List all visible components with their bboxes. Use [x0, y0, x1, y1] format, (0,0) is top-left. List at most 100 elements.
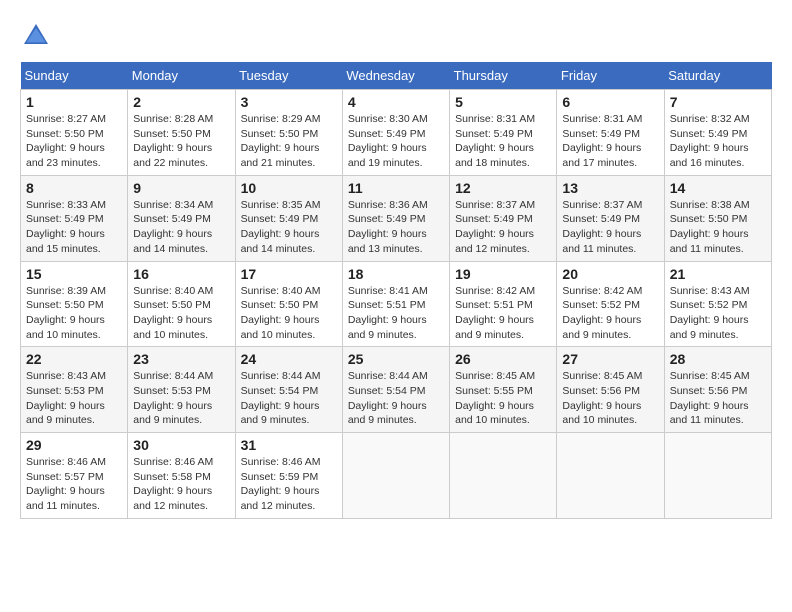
day-number: 7	[670, 94, 766, 110]
calendar-cell: 27 Sunrise: 8:45 AMSunset: 5:56 PMDaylig…	[557, 347, 664, 433]
day-number: 4	[348, 94, 444, 110]
calendar-cell: 7 Sunrise: 8:32 AMSunset: 5:49 PMDayligh…	[664, 90, 771, 176]
calendar-table: SundayMondayTuesdayWednesdayThursdayFrid…	[20, 62, 772, 519]
day-number: 1	[26, 94, 122, 110]
calendar-cell: 18 Sunrise: 8:41 AMSunset: 5:51 PMDaylig…	[342, 261, 449, 347]
cell-content: Sunrise: 8:44 AMSunset: 5:54 PMDaylight:…	[241, 370, 321, 426]
cell-content: Sunrise: 8:29 AMSunset: 5:50 PMDaylight:…	[241, 113, 321, 169]
calendar-cell: 31 Sunrise: 8:46 AMSunset: 5:59 PMDaylig…	[235, 433, 342, 519]
calendar-cell: 5 Sunrise: 8:31 AMSunset: 5:49 PMDayligh…	[450, 90, 557, 176]
day-header-saturday: Saturday	[664, 62, 771, 90]
day-number: 2	[133, 94, 229, 110]
cell-content: Sunrise: 8:39 AMSunset: 5:50 PMDaylight:…	[26, 285, 106, 341]
calendar-cell: 28 Sunrise: 8:45 AMSunset: 5:56 PMDaylig…	[664, 347, 771, 433]
day-number: 22	[26, 351, 122, 367]
logo-icon	[20, 20, 52, 52]
day-number: 11	[348, 180, 444, 196]
calendar-cell	[342, 433, 449, 519]
calendar-cell: 1 Sunrise: 8:27 AMSunset: 5:50 PMDayligh…	[21, 90, 128, 176]
cell-content: Sunrise: 8:33 AMSunset: 5:49 PMDaylight:…	[26, 199, 106, 255]
calendar-cell: 19 Sunrise: 8:42 AMSunset: 5:51 PMDaylig…	[450, 261, 557, 347]
cell-content: Sunrise: 8:42 AMSunset: 5:51 PMDaylight:…	[455, 285, 535, 341]
calendar-cell	[450, 433, 557, 519]
cell-content: Sunrise: 8:30 AMSunset: 5:49 PMDaylight:…	[348, 113, 428, 169]
week-row-2: 8 Sunrise: 8:33 AMSunset: 5:49 PMDayligh…	[21, 175, 772, 261]
calendar-cell: 6 Sunrise: 8:31 AMSunset: 5:49 PMDayligh…	[557, 90, 664, 176]
cell-content: Sunrise: 8:45 AMSunset: 5:56 PMDaylight:…	[670, 370, 750, 426]
cell-content: Sunrise: 8:46 AMSunset: 5:57 PMDaylight:…	[26, 456, 106, 512]
calendar-cell: 4 Sunrise: 8:30 AMSunset: 5:49 PMDayligh…	[342, 90, 449, 176]
logo	[20, 20, 56, 52]
cell-content: Sunrise: 8:31 AMSunset: 5:49 PMDaylight:…	[455, 113, 535, 169]
cell-content: Sunrise: 8:32 AMSunset: 5:49 PMDaylight:…	[670, 113, 750, 169]
cell-content: Sunrise: 8:37 AMSunset: 5:49 PMDaylight:…	[562, 199, 642, 255]
calendar-cell: 13 Sunrise: 8:37 AMSunset: 5:49 PMDaylig…	[557, 175, 664, 261]
calendar-cell: 29 Sunrise: 8:46 AMSunset: 5:57 PMDaylig…	[21, 433, 128, 519]
day-header-sunday: Sunday	[21, 62, 128, 90]
day-number: 18	[348, 266, 444, 282]
calendar-cell: 14 Sunrise: 8:38 AMSunset: 5:50 PMDaylig…	[664, 175, 771, 261]
calendar-cell: 11 Sunrise: 8:36 AMSunset: 5:49 PMDaylig…	[342, 175, 449, 261]
day-number: 30	[133, 437, 229, 453]
calendar-cell: 20 Sunrise: 8:42 AMSunset: 5:52 PMDaylig…	[557, 261, 664, 347]
day-number: 25	[348, 351, 444, 367]
cell-content: Sunrise: 8:38 AMSunset: 5:50 PMDaylight:…	[670, 199, 750, 255]
calendar-cell: 12 Sunrise: 8:37 AMSunset: 5:49 PMDaylig…	[450, 175, 557, 261]
calendar-cell: 22 Sunrise: 8:43 AMSunset: 5:53 PMDaylig…	[21, 347, 128, 433]
cell-content: Sunrise: 8:43 AMSunset: 5:53 PMDaylight:…	[26, 370, 106, 426]
calendar-cell: 30 Sunrise: 8:46 AMSunset: 5:58 PMDaylig…	[128, 433, 235, 519]
calendar-cell: 3 Sunrise: 8:29 AMSunset: 5:50 PMDayligh…	[235, 90, 342, 176]
day-number: 13	[562, 180, 658, 196]
calendar-cell: 9 Sunrise: 8:34 AMSunset: 5:49 PMDayligh…	[128, 175, 235, 261]
cell-content: Sunrise: 8:46 AMSunset: 5:58 PMDaylight:…	[133, 456, 213, 512]
cell-content: Sunrise: 8:35 AMSunset: 5:49 PMDaylight:…	[241, 199, 321, 255]
header-row: SundayMondayTuesdayWednesdayThursdayFrid…	[21, 62, 772, 90]
cell-content: Sunrise: 8:34 AMSunset: 5:49 PMDaylight:…	[133, 199, 213, 255]
calendar-cell: 2 Sunrise: 8:28 AMSunset: 5:50 PMDayligh…	[128, 90, 235, 176]
calendar-cell: 15 Sunrise: 8:39 AMSunset: 5:50 PMDaylig…	[21, 261, 128, 347]
week-row-5: 29 Sunrise: 8:46 AMSunset: 5:57 PMDaylig…	[21, 433, 772, 519]
day-number: 12	[455, 180, 551, 196]
day-header-friday: Friday	[557, 62, 664, 90]
calendar-cell: 23 Sunrise: 8:44 AMSunset: 5:53 PMDaylig…	[128, 347, 235, 433]
cell-content: Sunrise: 8:31 AMSunset: 5:49 PMDaylight:…	[562, 113, 642, 169]
week-row-4: 22 Sunrise: 8:43 AMSunset: 5:53 PMDaylig…	[21, 347, 772, 433]
day-header-monday: Monday	[128, 62, 235, 90]
day-number: 27	[562, 351, 658, 367]
day-header-tuesday: Tuesday	[235, 62, 342, 90]
day-header-thursday: Thursday	[450, 62, 557, 90]
day-number: 14	[670, 180, 766, 196]
day-number: 23	[133, 351, 229, 367]
day-number: 10	[241, 180, 337, 196]
day-number: 17	[241, 266, 337, 282]
day-number: 19	[455, 266, 551, 282]
week-row-3: 15 Sunrise: 8:39 AMSunset: 5:50 PMDaylig…	[21, 261, 772, 347]
cell-content: Sunrise: 8:40 AMSunset: 5:50 PMDaylight:…	[133, 285, 213, 341]
calendar-cell: 25 Sunrise: 8:44 AMSunset: 5:54 PMDaylig…	[342, 347, 449, 433]
cell-content: Sunrise: 8:27 AMSunset: 5:50 PMDaylight:…	[26, 113, 106, 169]
day-number: 8	[26, 180, 122, 196]
calendar-cell	[664, 433, 771, 519]
day-number: 31	[241, 437, 337, 453]
cell-content: Sunrise: 8:36 AMSunset: 5:49 PMDaylight:…	[348, 199, 428, 255]
cell-content: Sunrise: 8:37 AMSunset: 5:49 PMDaylight:…	[455, 199, 535, 255]
day-number: 6	[562, 94, 658, 110]
cell-content: Sunrise: 8:46 AMSunset: 5:59 PMDaylight:…	[241, 456, 321, 512]
calendar-cell: 10 Sunrise: 8:35 AMSunset: 5:49 PMDaylig…	[235, 175, 342, 261]
day-number: 26	[455, 351, 551, 367]
cell-content: Sunrise: 8:40 AMSunset: 5:50 PMDaylight:…	[241, 285, 321, 341]
calendar-cell: 21 Sunrise: 8:43 AMSunset: 5:52 PMDaylig…	[664, 261, 771, 347]
calendar-cell: 26 Sunrise: 8:45 AMSunset: 5:55 PMDaylig…	[450, 347, 557, 433]
cell-content: Sunrise: 8:44 AMSunset: 5:54 PMDaylight:…	[348, 370, 428, 426]
day-number: 24	[241, 351, 337, 367]
day-header-wednesday: Wednesday	[342, 62, 449, 90]
day-number: 29	[26, 437, 122, 453]
calendar-cell: 17 Sunrise: 8:40 AMSunset: 5:50 PMDaylig…	[235, 261, 342, 347]
day-number: 3	[241, 94, 337, 110]
cell-content: Sunrise: 8:45 AMSunset: 5:55 PMDaylight:…	[455, 370, 535, 426]
calendar-cell	[557, 433, 664, 519]
cell-content: Sunrise: 8:44 AMSunset: 5:53 PMDaylight:…	[133, 370, 213, 426]
calendar-cell: 24 Sunrise: 8:44 AMSunset: 5:54 PMDaylig…	[235, 347, 342, 433]
day-number: 20	[562, 266, 658, 282]
cell-content: Sunrise: 8:41 AMSunset: 5:51 PMDaylight:…	[348, 285, 428, 341]
